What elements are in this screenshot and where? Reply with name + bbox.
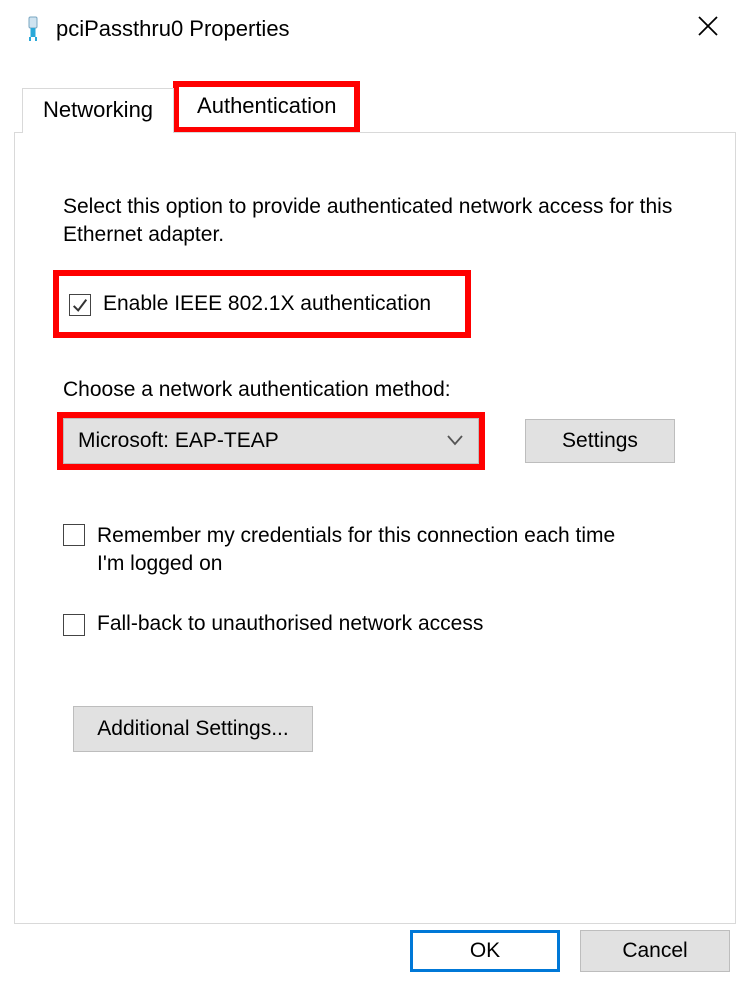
fallback-unauthorised-label: Fall-back to unauthorised network access [97,612,483,636]
auth-method-value: Microsoft: EAP-TEAP [78,429,279,453]
panel-description: Select this option to provide authentica… [63,193,709,250]
highlight-enable-8021x: Enable IEEE 802.1X authentication [53,270,471,338]
close-icon[interactable] [688,14,728,43]
tab-panel-authentication: Select this option to provide authentica… [14,132,736,924]
highlight-authentication-tab: Authentication [173,81,360,133]
ok-button[interactable]: OK [410,930,560,972]
settings-button[interactable]: Settings [525,419,675,463]
enable-8021x-checkbox[interactable] [69,294,91,316]
titlebar: pciPassthru0 Properties [0,0,750,53]
remember-credentials-checkbox[interactable] [63,524,85,546]
window-title: pciPassthru0 Properties [56,16,290,42]
network-adapter-icon [22,16,44,42]
chevron-down-icon [446,429,464,452]
choose-method-label: Choose a network authentication method: [63,378,709,402]
cancel-button[interactable]: Cancel [580,930,730,972]
auth-method-combobox[interactable]: Microsoft: EAP-TEAP [63,418,479,464]
tab-strip: Networking Authentication [22,81,750,133]
remember-credentials-label: Remember my credentials for this connect… [97,522,623,579]
fallback-unauthorised-checkbox[interactable] [63,614,85,636]
tab-authentication[interactable]: Authentication [179,87,354,127]
tab-networking[interactable]: Networking [22,88,174,133]
enable-8021x-label: Enable IEEE 802.1X authentication [103,292,431,316]
additional-settings-button[interactable]: Additional Settings... [73,706,313,752]
dialog-footer: OK Cancel [410,930,730,972]
highlight-auth-method-combo: Microsoft: EAP-TEAP [57,412,485,470]
